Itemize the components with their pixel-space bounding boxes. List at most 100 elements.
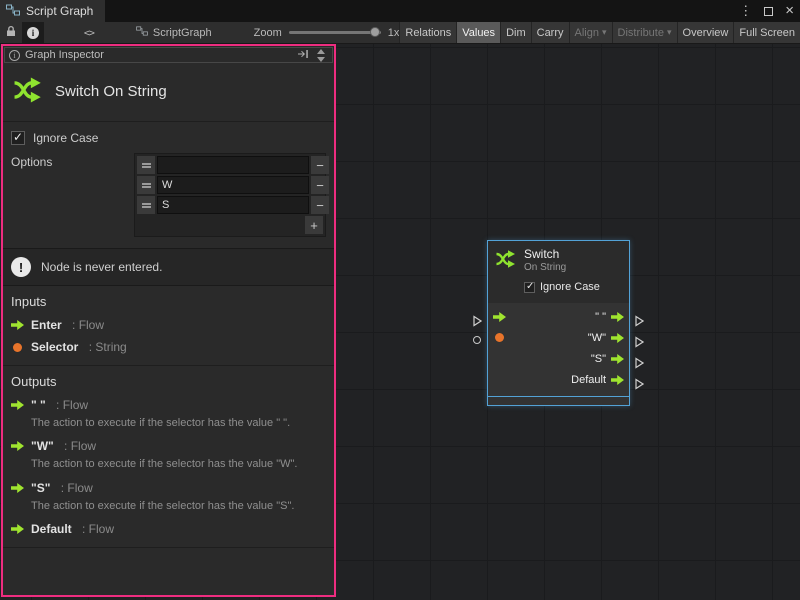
relations-button[interactable]: Relations [399,22,456,43]
flow-port-icon [11,483,24,493]
align-dropdown[interactable]: Align [569,22,612,43]
scroll-down-icon[interactable] [317,57,325,62]
window-menu-icon[interactable] [739,2,752,20]
titlebar: Script Graph [0,0,800,22]
maximize-icon[interactable] [764,7,773,16]
drag-handle-icon[interactable] [137,176,155,194]
zoom-slider[interactable] [289,31,381,34]
remove-option-button[interactable]: − [311,176,329,194]
warning-banner: Node is never entered. [3,248,334,286]
option-value-field[interactable] [157,176,309,194]
port-type: : Flow [79,522,114,536]
dock-icon[interactable] [297,49,309,62]
node-ignore-case-label: Ignore Case [540,281,600,293]
switch-icon [494,247,518,275]
connector-triangle-right[interactable] [635,335,644,353]
output-port-label: Default [571,374,606,386]
inspector-toggle-button[interactable] [22,22,44,43]
flow-output-port[interactable] [611,333,624,343]
port-type: : String [85,340,126,354]
warning-icon [11,257,31,277]
flow-port-icon [11,524,24,534]
node-footer [488,396,629,405]
carry-button[interactable]: Carry [531,22,569,43]
warning-text: Node is never entered. [41,260,162,274]
port-row-s: "S" [488,348,629,369]
port-name: "W" [31,439,54,453]
graph-name-label: ScriptGraph [153,27,212,39]
overview-button[interactable]: Overview [677,22,734,43]
output-port-row: " " : Flow [3,394,334,416]
port-description: The action to execute if the selector ha… [3,499,334,518]
drag-handle-icon[interactable] [137,156,155,174]
scroll-up-icon[interactable] [317,49,325,54]
distribute-dropdown[interactable]: Distribute [612,22,677,43]
port-name: "S" [31,481,50,495]
zoom-slider-knob[interactable] [370,27,380,37]
inputs-section: Inputs Enter : Flow Selector : String [3,286,334,366]
outputs-header: Outputs [3,366,334,394]
ignore-case-checkbox[interactable] [11,131,25,145]
flow-port-icon [11,320,24,330]
port-type: : Flow [61,439,96,453]
connector-circle-left[interactable] [473,336,481,344]
port-name: Enter [31,318,62,332]
zoom-control: Zoom 1x [254,22,400,43]
ignore-case-label: Ignore Case [33,131,98,145]
selector-input-port[interactable] [495,333,504,342]
output-port-row: "W" : Flow [3,435,334,457]
code-icon [84,27,94,39]
port-type: : Flow [57,481,92,495]
script-graph-window: Script Graph ScriptGraph Zoom [0,0,800,600]
option-item: − [137,176,323,194]
switch-on-string-node[interactable]: Switch On String Ignore Case " " [487,240,630,406]
remove-option-button[interactable]: − [311,156,329,174]
graph-reference[interactable]: ScriptGraph [136,22,212,43]
node-ignore-case-checkbox[interactable] [524,282,535,293]
flow-output-port[interactable] [611,375,624,385]
option-value-field[interactable] [157,196,309,214]
info-icon [27,27,39,39]
port-row-enter: " " [488,306,629,327]
drag-handle-icon[interactable] [137,196,155,214]
connector-triangle-right[interactable] [635,314,644,332]
lock-icon [5,25,17,40]
pane-scroll-buttons[interactable] [314,49,328,62]
port-row-default: Default [488,369,629,390]
flow-output-port[interactable] [611,312,624,322]
options-row: Options − − − + [11,153,326,237]
switch-icon [11,73,45,110]
port-type: : Flow [53,398,88,412]
flow-port-icon [11,441,24,451]
flow-output-port[interactable] [611,354,624,364]
connector-triangle-right[interactable] [635,356,644,374]
api-button[interactable] [78,22,100,43]
option-item: − [137,196,323,214]
port-description: The action to execute if the selector ha… [3,416,334,435]
output-port-label: "S" [591,353,606,365]
remove-option-button[interactable]: − [311,196,329,214]
zoom-value: 1x [388,27,400,39]
graph-inspector-panel: Graph Inspector Switch On String Ignore … [1,44,336,597]
tab-script-graph[interactable]: Script Graph [0,0,105,22]
node-header[interactable]: Switch On String Ignore Case [488,241,629,303]
connector-triangle-left[interactable] [473,314,482,332]
inspector-header: Graph Inspector [4,47,333,63]
close-icon[interactable] [785,2,794,20]
input-port-row: Enter : Flow [3,314,334,336]
window-controls [739,0,794,22]
dim-button[interactable]: Dim [500,22,531,43]
option-value-field[interactable] [157,156,309,174]
connector-triangle-right[interactable] [635,377,644,395]
node-inspector-title-row: Switch On String [3,64,334,122]
info-icon [9,50,20,61]
inputs-header: Inputs [3,286,334,314]
add-option-button[interactable]: + [305,216,323,234]
fullscreen-button[interactable]: Full Screen [733,22,800,43]
flow-input-port[interactable] [493,312,506,322]
zoom-label: Zoom [254,27,282,39]
lock-button[interactable] [0,22,22,43]
graph-toolbar: ScriptGraph Zoom 1x Relations Values Dim… [0,22,800,44]
values-button[interactable]: Values [456,22,500,43]
script-graph-icon [6,4,20,19]
